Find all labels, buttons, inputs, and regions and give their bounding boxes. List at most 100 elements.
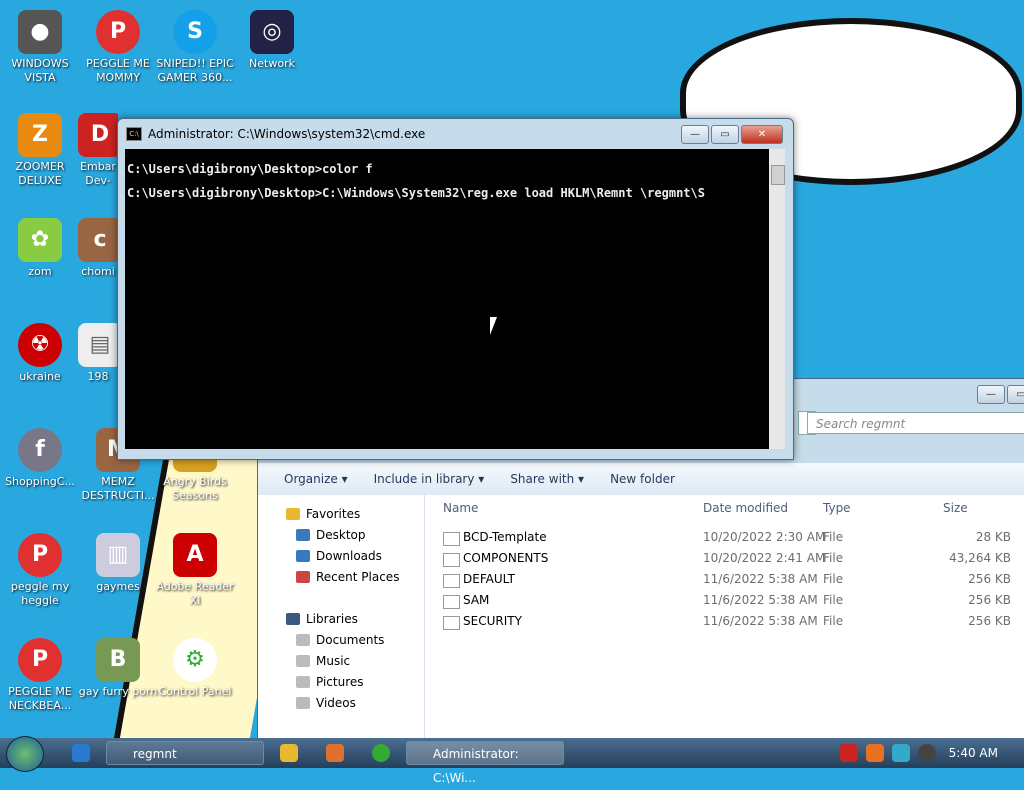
chrome-icon[interactable]	[372, 744, 390, 762]
console-scrollbar[interactable]	[769, 149, 785, 449]
skype-icon: S	[173, 10, 217, 54]
explorer-window-controls: — ▭	[977, 385, 1024, 404]
windows-vista-icon: ●	[18, 10, 62, 54]
pictures-icon	[296, 676, 310, 688]
star-icon	[286, 508, 300, 520]
document-icon: ▤	[78, 323, 118, 367]
desktop-icon-box[interactable]: Bgay furry porn	[78, 638, 158, 699]
nav-documents[interactable]: Documents	[296, 633, 384, 647]
desktop-icon-peggle-me-mommy[interactable]: P PEGGLE ME MOMMY	[78, 10, 158, 85]
cmd-title: Administrator: C:\Windows\system32\cmd.e…	[148, 127, 426, 141]
peggle-icon: P	[18, 638, 62, 682]
table-row[interactable]: COMPONENTS 10/20/2022 2:41 AM File 43,264 K…	[425, 548, 1024, 569]
desktop-icon-windows-vista[interactable]: ● WINDOWS VISTA	[0, 10, 80, 85]
paint-icon[interactable]	[326, 744, 344, 762]
nav-recent-places[interactable]: Recent Places	[296, 570, 399, 584]
file-list: Name Date modified Type Size BCD-Templat…	[425, 495, 1024, 741]
flash-icon: f	[18, 428, 62, 472]
box-icon: B	[96, 638, 140, 682]
nav-libraries[interactable]: Libraries	[286, 612, 358, 626]
desktop-icon-zoomer-deluxe[interactable]: Z ZOOMER DELUXE	[0, 113, 80, 188]
taskbar-button-cmd[interactable]: Administrator: C:\Wi...	[406, 741, 564, 785]
media-player-icon[interactable]	[280, 744, 298, 762]
peggle-icon: P	[18, 533, 62, 577]
desktop-icon-network[interactable]: ◎ Network	[232, 10, 312, 71]
organize-button[interactable]: Organize ▾	[284, 472, 348, 486]
file-icon	[443, 553, 460, 567]
table-row[interactable]: DEFAULT 11/6/2022 5:38 AM File 256 KB	[425, 569, 1024, 590]
gaymes-icon: ▥	[96, 533, 140, 577]
table-row[interactable]: BCD-Template 10/20/2022 2:30 AM File 28 KB	[425, 527, 1024, 548]
column-header-date[interactable]: Date modified	[703, 501, 788, 515]
tray-icon-network[interactable]	[892, 744, 910, 762]
cmd-icon: C:\	[126, 127, 142, 141]
console-output[interactable]: C:\Users\digibrony\Desktop>color f C:\Use…	[125, 149, 769, 449]
taskbar: regmnt Administrator: C:\Wi... 5:40 AM	[0, 736, 1024, 785]
tray-icon-volume[interactable]	[918, 744, 936, 762]
mouse-cursor	[490, 317, 497, 335]
nav-favorites[interactable]: Favorites	[286, 507, 360, 521]
clock[interactable]: 5:40 AM	[949, 746, 998, 760]
new-folder-button[interactable]: New folder	[610, 472, 675, 486]
desktop-icon-ukraine[interactable]: ☢ ukraine	[0, 323, 80, 384]
documents-icon	[296, 634, 310, 646]
videos-icon	[296, 697, 310, 709]
desktop-icon-gaymes[interactable]: ▥ gaymes	[78, 533, 158, 594]
desktop-icon	[296, 529, 310, 541]
embarcadero-icon: D	[78, 113, 118, 157]
cmd-window[interactable]: C:\ Administrator: C:\Windows\system32\c…	[117, 118, 794, 460]
desktop-icon-zom[interactable]: ✿ zom	[0, 218, 80, 279]
search-input[interactable]: Search regmnt	[807, 412, 1024, 434]
zoomer-icon: Z	[18, 113, 62, 157]
file-icon	[443, 532, 460, 546]
desktop-icon-peggle-me-neckbeard[interactable]: P PEGGLE ME NECKBEA...	[0, 638, 80, 713]
control-panel-icon: ⚙	[173, 638, 217, 682]
desktop-icon-embarcadero[interactable]: D Embar Dev-	[78, 113, 118, 188]
plant-icon: ✿	[18, 218, 62, 262]
table-row[interactable]: SAM 11/6/2022 5:38 AM File 256 KB	[425, 590, 1024, 611]
nav-music[interactable]: Music	[296, 654, 350, 668]
maximize-button[interactable]: ▭	[1007, 385, 1024, 404]
navigation-pane: Favorites Desktop Downloads Recent Place…	[258, 495, 425, 741]
peggle-icon: P	[96, 10, 140, 54]
tray-icon-v[interactable]	[840, 744, 858, 762]
console-line: C:\Users\digibrony\Desktop>color f	[127, 162, 373, 176]
explorer-toolbar: Organize ▾ Include in library ▾ Share wi…	[258, 463, 1024, 496]
downloads-icon	[296, 550, 310, 562]
desktop-icon-control-panel[interactable]: ⚙ Control Panel	[155, 638, 235, 699]
nav-videos[interactable]: Videos	[296, 696, 356, 710]
column-header-type[interactable]: Type	[823, 501, 851, 515]
libraries-icon	[286, 613, 300, 625]
minimize-button[interactable]: —	[681, 125, 709, 144]
include-in-library-button[interactable]: Include in library ▾	[374, 472, 485, 486]
nav-pictures[interactable]: Pictures	[296, 675, 364, 689]
desktop-icon-198[interactable]: ▤ 198	[78, 323, 118, 384]
nav-downloads[interactable]: Downloads	[296, 549, 382, 563]
share-with-button[interactable]: Share with ▾	[510, 472, 584, 486]
desktop-icon-skype[interactable]: S SNIPED!! EPIC GAMER 360...	[155, 10, 235, 85]
file-icon	[443, 595, 460, 609]
column-header-size[interactable]: Size	[943, 501, 968, 515]
desktop-icon-chomi[interactable]: c chomi	[78, 218, 118, 279]
column-header-name[interactable]: Name	[443, 501, 478, 515]
desktop-icon-adobe-reader[interactable]: A Adobe Reader XI	[155, 533, 235, 608]
scrollbar-thumb[interactable]	[771, 165, 785, 185]
maximize-button[interactable]: ▭	[711, 125, 739, 144]
desktop-icon-shopping[interactable]: f ShoppingC...	[0, 428, 80, 489]
tray-icon-search[interactable]	[866, 744, 884, 762]
network-icon: ◎	[250, 10, 294, 54]
taskbar-button-regmnt[interactable]: regmnt	[106, 741, 264, 765]
console-line: C:\Users\digibrony\Desktop>C:\Windows\Sy…	[127, 186, 705, 200]
table-row[interactable]: SECURITY 11/6/2022 5:38 AM File 256 KB	[425, 611, 1024, 632]
internet-explorer-icon[interactable]	[72, 744, 90, 762]
nav-desktop[interactable]: Desktop	[296, 528, 366, 542]
radiation-icon: ☢	[18, 323, 62, 367]
minimize-button[interactable]: —	[977, 385, 1005, 404]
close-button[interactable]: ✕	[741, 125, 783, 144]
desktop-icon-peggle-my-heggle[interactable]: Ppeggle my heggle	[0, 533, 80, 608]
file-icon	[443, 616, 460, 630]
music-icon	[296, 655, 310, 667]
start-button[interactable]	[6, 736, 44, 772]
file-icon	[443, 574, 460, 588]
chomi-icon: c	[78, 218, 118, 262]
